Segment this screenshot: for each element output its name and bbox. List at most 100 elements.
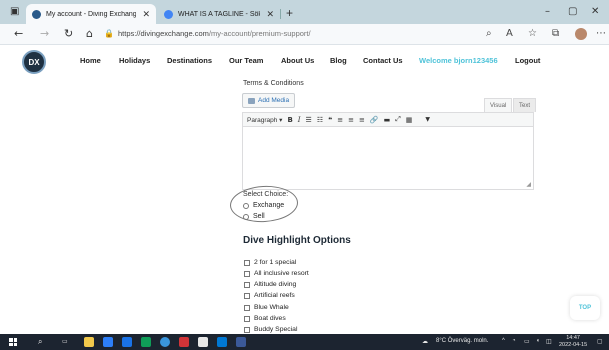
- app-icon[interactable]: [122, 337, 132, 347]
- url-path: /my-account/premium-support/: [208, 29, 311, 38]
- align-right-icon[interactable]: ≡: [359, 116, 365, 124]
- terms-label: Terms & Conditions: [243, 80, 304, 87]
- app-icon[interactable]: [217, 337, 227, 347]
- clock[interactable]: 14:47 2022-04-15: [559, 335, 587, 349]
- tab-actions-icon[interactable]: ▣: [10, 6, 19, 17]
- back-icon[interactable]: ←: [14, 27, 23, 40]
- collections-icon[interactable]: ⧉: [552, 28, 559, 39]
- terms-editor[interactable]: Paragraph ▾ B I ☰ ☷ ❝ ≡ ≡ ≡ 🔗 ▬ ⤢ ▦ ▼ ◢: [242, 112, 534, 190]
- site-header: DX Home Holidays Destinations Our Team A…: [0, 46, 609, 78]
- weather-text[interactable]: 8°C Överväg. moln.: [436, 338, 488, 344]
- new-tab-button[interactable]: +: [286, 6, 293, 20]
- align-left-icon[interactable]: ≡: [337, 116, 343, 124]
- paragraph-format-select[interactable]: Paragraph ▾: [247, 116, 282, 124]
- numbered-list-icon[interactable]: ☷: [317, 116, 323, 124]
- fullscreen-icon[interactable]: ⤢: [395, 115, 401, 124]
- link-icon[interactable]: 🔗: [370, 116, 379, 124]
- nav-contact-us[interactable]: Contact Us: [363, 56, 403, 65]
- checkbox[interactable]: [244, 281, 250, 288]
- list-item[interactable]: Altitude diving: [244, 281, 296, 288]
- nav-holidays[interactable]: Holidays: [119, 56, 150, 65]
- close-tab-icon[interactable]: ✕: [266, 9, 274, 20]
- nav-our-team[interactable]: Our Team: [229, 56, 263, 65]
- add-media-button[interactable]: Add Media: [242, 93, 296, 108]
- dive-highlight-title: Dive Highlight Options: [243, 235, 351, 246]
- checkbox-label: Artificial reefs: [254, 292, 295, 299]
- checkbox[interactable]: [244, 292, 250, 299]
- site-logo[interactable]: DX: [22, 50, 46, 74]
- add-media-label: Add Media: [258, 97, 290, 104]
- app-icon[interactable]: [236, 337, 246, 347]
- nav-destinations[interactable]: Destinations: [167, 56, 212, 65]
- horizontal-rule-icon[interactable]: ▬: [384, 116, 391, 124]
- language-icon[interactable]: ◫: [546, 338, 552, 345]
- edge-browser-icon[interactable]: [160, 337, 170, 347]
- checkbox-label: All inclusive resort: [254, 270, 309, 277]
- checkbox[interactable]: [244, 315, 250, 322]
- toolbar-toggle-icon[interactable]: ▦: [406, 116, 413, 124]
- list-item[interactable]: All inclusive resort: [244, 270, 309, 277]
- windows-start-icon[interactable]: [9, 338, 17, 346]
- nav-logout[interactable]: Logout: [515, 56, 540, 65]
- welcome-user-link[interactable]: Welcome bjorn123456: [419, 56, 498, 65]
- close-tab-icon[interactable]: ✕: [142, 9, 150, 20]
- minimize-icon[interactable]: –: [545, 6, 550, 17]
- network-icon[interactable]: ◔: [512, 338, 516, 344]
- align-center-icon[interactable]: ≡: [348, 116, 354, 124]
- app-icon[interactable]: [141, 337, 151, 347]
- search-icon[interactable]: ⌕: [38, 337, 42, 347]
- list-item[interactable]: 2 for 1 special: [244, 259, 296, 266]
- url-field[interactable]: https://divingexchange.com/my-account/pr…: [118, 29, 311, 38]
- lock-icon[interactable]: 🔒: [104, 29, 114, 38]
- volume-icon[interactable]: ◖: [536, 338, 540, 344]
- reload-icon[interactable]: ↻: [64, 27, 73, 40]
- maximize-icon[interactable]: ▢: [568, 6, 577, 17]
- list-item[interactable]: Buddy Special: [244, 326, 297, 333]
- dropdown-icon[interactable]: ▼: [425, 116, 430, 123]
- search-icon[interactable]: ⌕: [486, 28, 492, 39]
- checkbox[interactable]: [244, 326, 250, 333]
- profile-icon[interactable]: [575, 28, 587, 40]
- tab-text[interactable]: Text: [513, 98, 537, 112]
- checkbox[interactable]: [244, 304, 250, 311]
- read-aloud-icon[interactable]: A: [506, 28, 513, 39]
- italic-icon[interactable]: I: [298, 116, 301, 124]
- nav-about-us[interactable]: About Us: [281, 56, 314, 65]
- list-item[interactable]: Blue Whale: [244, 304, 289, 311]
- close-window-icon[interactable]: ✕: [591, 6, 599, 17]
- checkbox[interactable]: [244, 270, 250, 277]
- favorite-icon[interactable]: ☆: [528, 28, 537, 39]
- windows-taskbar: ⌕ ▭ ☁ 8°C Överväg. moln. ^ ◔ ▭ ◖ ◫ 14:47…: [0, 334, 609, 350]
- tab-my-account[interactable]: My account - Diving Exchange ✕: [26, 4, 156, 24]
- tab-separator: [280, 9, 281, 19]
- hand-drawn-circle-annotation: [229, 184, 299, 224]
- weather-icon[interactable]: ☁: [422, 338, 428, 345]
- app-icon[interactable]: [179, 337, 189, 347]
- file-explorer-icon[interactable]: [84, 337, 94, 347]
- tab-label: My account - Diving Exchange: [46, 10, 137, 18]
- bullet-list-icon[interactable]: ☰: [306, 116, 312, 124]
- list-item[interactable]: Artificial reefs: [244, 292, 295, 299]
- bold-icon[interactable]: B: [287, 116, 292, 124]
- app-icon[interactable]: [103, 337, 113, 347]
- app-icon[interactable]: [198, 337, 208, 347]
- nav-home[interactable]: Home: [80, 56, 101, 65]
- checkbox[interactable]: [244, 259, 250, 266]
- resize-handle-icon[interactable]: ◢: [526, 181, 531, 188]
- more-icon[interactable]: ⋯: [596, 28, 606, 39]
- task-view-icon[interactable]: ▭: [62, 338, 68, 345]
- battery-icon[interactable]: ▭: [524, 338, 530, 345]
- browser-tab-bar: ▣ My account - Diving Exchange ✕ WHAT IS…: [0, 0, 609, 24]
- list-item[interactable]: Boat dives: [244, 315, 286, 322]
- main-content: Terms & Conditions Add Media Visual Text…: [0, 78, 609, 334]
- forward-icon[interactable]: →: [40, 27, 49, 40]
- tab-tagline-search[interactable]: WHAT IS A TAGLINE - Sök på Go ✕: [158, 4, 280, 24]
- notifications-icon[interactable]: ▢: [597, 338, 603, 345]
- nav-blog[interactable]: Blog: [330, 56, 347, 65]
- home-icon[interactable]: ⌂: [86, 27, 93, 40]
- blockquote-icon[interactable]: ❝: [328, 116, 332, 124]
- system-tray-chevron-icon[interactable]: ^: [502, 338, 505, 344]
- tab-visual[interactable]: Visual: [484, 98, 513, 112]
- scroll-to-top-button[interactable]: TOP: [570, 296, 600, 320]
- checkbox-label: 2 for 1 special: [254, 259, 297, 266]
